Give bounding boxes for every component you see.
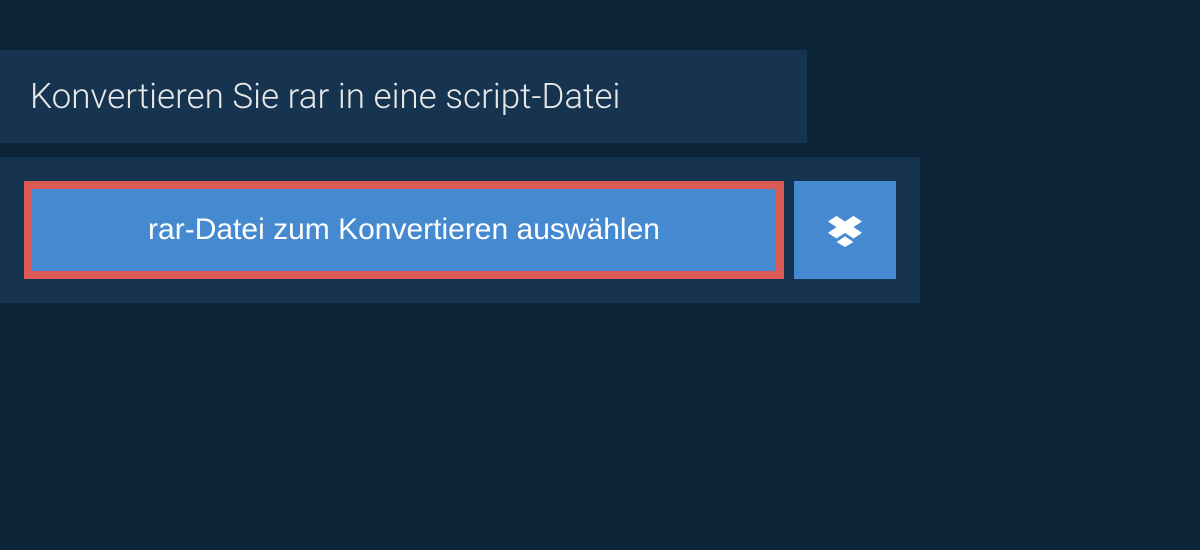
header-bar: Konvertieren Sie rar in eine script-Date… (0, 50, 807, 143)
dropbox-icon (828, 213, 862, 247)
select-file-button-highlight: rar-Datei zum Konvertieren auswählen (24, 181, 784, 279)
select-file-button[interactable]: rar-Datei zum Konvertieren auswählen (32, 189, 776, 271)
button-container: rar-Datei zum Konvertieren auswählen (0, 157, 920, 303)
page-title: Konvertieren Sie rar in eine script-Date… (30, 76, 777, 117)
dropbox-button[interactable] (794, 181, 896, 279)
